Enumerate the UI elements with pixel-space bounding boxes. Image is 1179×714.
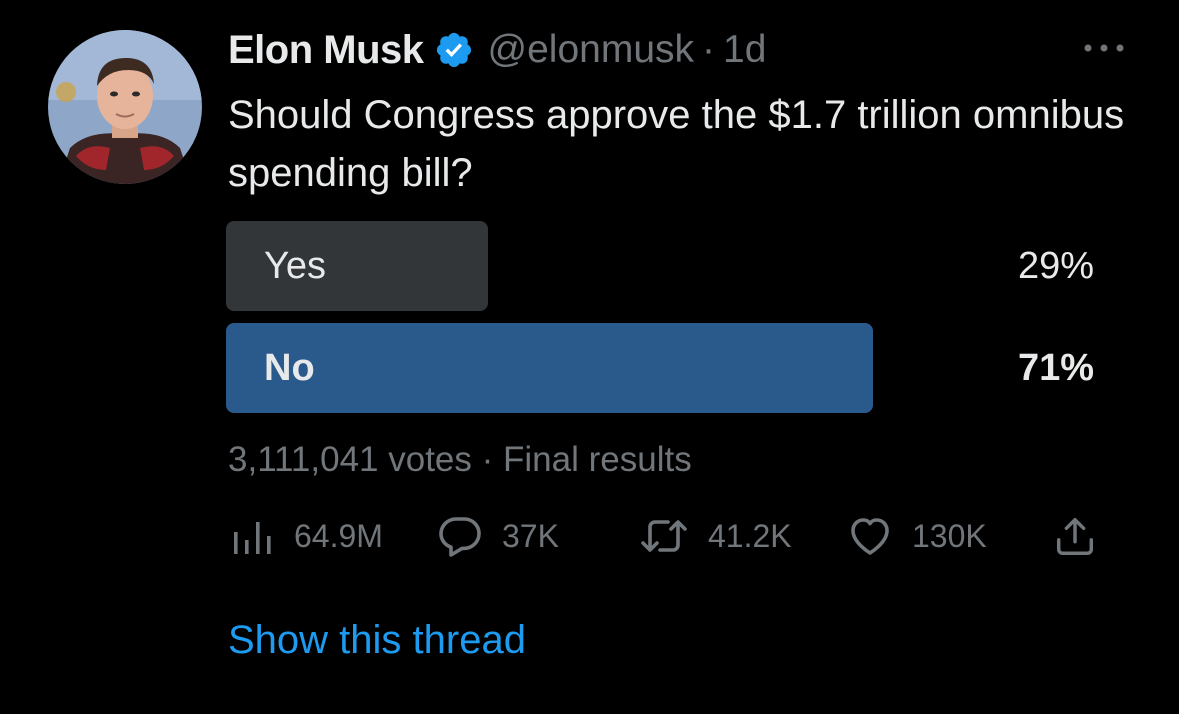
like-count: 130K [912,517,987,554]
author-name[interactable]: Elon Musk [228,28,424,73]
retweet-icon [638,512,690,560]
poll-option-label: Yes [264,245,326,287]
like-icon [846,512,894,560]
header-separator: · [702,28,716,71]
poll-option-label: No [264,347,315,389]
poll-option-no: No 71% [226,323,1096,413]
poll-option-percent: 71% [1017,347,1094,389]
like-button[interactable]: 130K [846,512,987,560]
tweet-header: Elon Musk @elonmusk · 1d [228,22,766,78]
share-icon [1052,512,1098,560]
poll-summary: 3,111,041 votes · Final results [228,440,692,480]
reply-count: 37K [502,517,559,554]
poll-bar-no [226,323,873,413]
tweet-timestamp[interactable]: 1d [723,28,766,72]
poll-votes: 3,111,041 votes [228,440,472,479]
author-handle[interactable]: @elonmusk [488,28,695,72]
reply-button[interactable]: 37K [436,512,559,560]
avatar[interactable] [48,30,202,184]
views-button[interactable]: 64.9M [228,512,383,560]
share-button[interactable] [1052,512,1098,560]
tweet-text: Should Congress approve the $1.7 trillio… [228,93,1125,195]
poll-status: Final results [503,440,692,479]
verified-badge-icon[interactable] [434,30,474,70]
poll-option-yes: Yes 29% [226,221,1096,311]
show-thread-link[interactable]: Show this thread [228,618,526,663]
analytics-icon [228,512,276,560]
poll-option-percent: 29% [1017,245,1094,287]
more-options-icon[interactable] [1080,36,1128,60]
retweet-button[interactable]: 41.2K [638,512,792,560]
reply-icon [436,512,484,560]
views-count: 64.9M [294,517,383,554]
retweet-count: 41.2K [708,517,792,554]
poll-summary-separator: · [481,440,494,479]
